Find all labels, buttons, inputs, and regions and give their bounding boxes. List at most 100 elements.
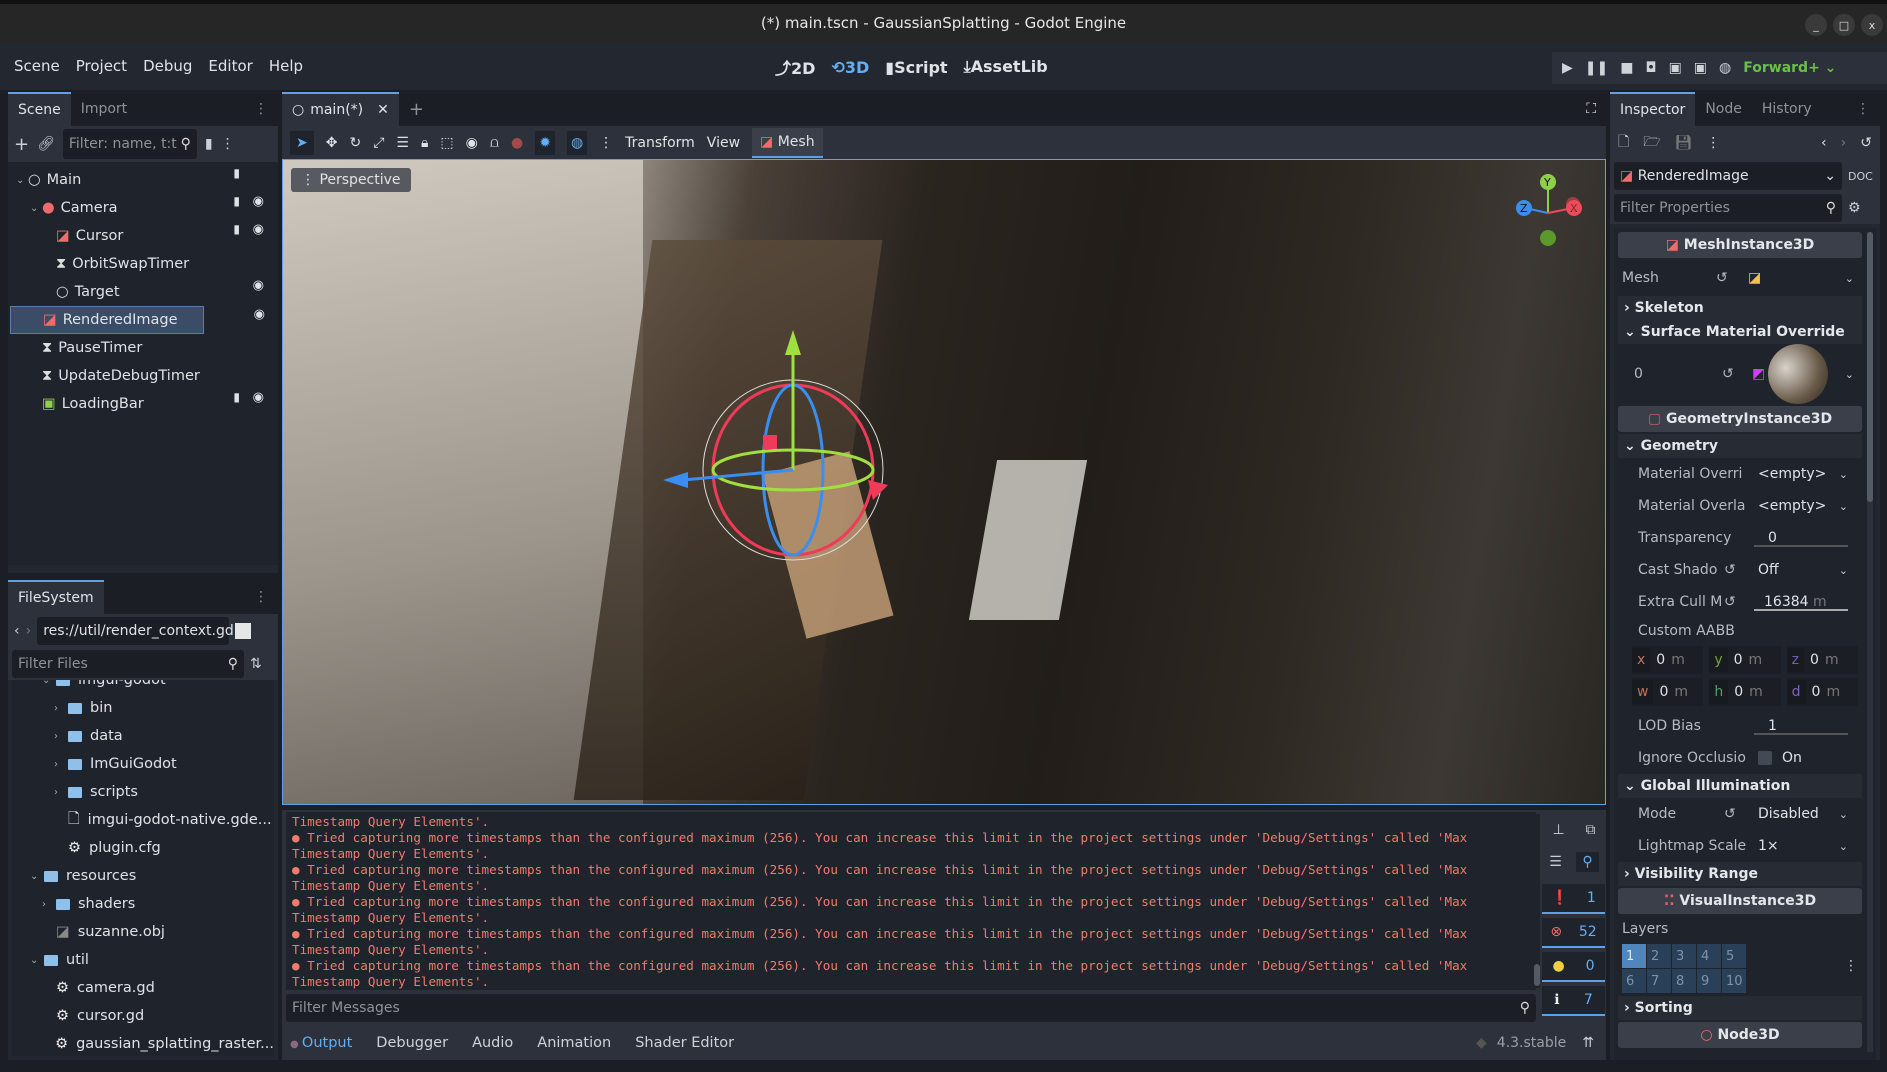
path-field[interactable]: res://util/render_context.gd: [37, 617, 234, 645]
add-node-icon[interactable]: +: [14, 134, 29, 155]
pause-icon[interactable]: ❚❚: [1585, 60, 1608, 76]
perspective-menu[interactable]: ⋮ Perspective: [291, 168, 411, 192]
property-gi-mode[interactable]: Mode ↺ Disabled ⌄: [1618, 798, 1862, 830]
revert-icon[interactable]: ↺: [1716, 270, 1728, 286]
search-toggle-icon[interactable]: ⚲: [1576, 852, 1599, 872]
filter-warnings-toggle[interactable]: ● 0: [1542, 952, 1605, 982]
scene-node-loadingbar[interactable]: ▣ LoadingBar ▮ ◉: [10, 390, 276, 418]
menu-scene[interactable]: Scene: [6, 57, 68, 75]
script-icon[interactable]: ▮: [233, 390, 240, 404]
inspector-scrollbar[interactable]: [1867, 232, 1873, 502]
property-mesh[interactable]: Mesh ↺ ◪ ⌄: [1618, 260, 1862, 296]
link-icon[interactable]: 🔗︎: [37, 136, 55, 152]
material-preview[interactable]: [1768, 344, 1828, 404]
renderer-select[interactable]: Forward+ ⌄: [1743, 60, 1836, 76]
folder-item[interactable]: ⌄ resources: [12, 862, 274, 890]
filter-editor-toggle[interactable]: ℹ7: [1542, 986, 1605, 1016]
collapse-icon[interactable]: ☰: [1549, 854, 1562, 870]
bottom-tab-debugger[interactable]: Debugger: [364, 1035, 460, 1051]
scene-node-updatedebugtimer[interactable]: ⧗ UpdateDebugTimer: [10, 362, 276, 390]
bottom-tab-output[interactable]: ● Output: [290, 1035, 364, 1051]
mesh-menu[interactable]: ◪ Mesh: [752, 127, 823, 158]
file-item[interactable]: ⚙ cursor.gd: [12, 1002, 274, 1030]
main-screen-3d[interactable]: ⟲3D: [831, 58, 869, 77]
file-item[interactable]: ⚙ camera.gd: [12, 974, 274, 1002]
bottom-tab-shader-editor[interactable]: Shader Editor: [623, 1035, 746, 1051]
revert-icon[interactable]: ↺: [1724, 806, 1736, 822]
section-visibility-range[interactable]: › Visibility Range: [1618, 862, 1862, 886]
attach-script-icon[interactable]: ▮: [205, 136, 213, 152]
dock-menu-icon[interactable]: ⋮: [244, 92, 278, 126]
file-item[interactable]: 🗋︎ imgui-godot-native.gde...: [12, 806, 274, 834]
transparency-slider[interactable]: 0: [1750, 524, 1856, 552]
aabb-w-field[interactable]: w0m: [1632, 678, 1704, 706]
visibility-eye-icon[interactable]: ◉: [254, 307, 265, 322]
tab-inspector[interactable]: Inspector: [1610, 92, 1696, 126]
visibility-eye-icon[interactable]: ◉: [253, 194, 264, 209]
scene-node-main[interactable]: ⌄ ○ Main ▮: [10, 166, 276, 194]
history-back-icon[interactable]: ‹: [1821, 135, 1827, 151]
move-tool-icon[interactable]: ✥: [326, 135, 338, 151]
update-spinner-icon[interactable]: ◆: [1476, 1035, 1487, 1051]
rotate-tool-icon[interactable]: ↻: [349, 135, 361, 151]
main-screen-assetlib[interactable]: ⤓AssetLib: [964, 57, 1048, 77]
folder-item[interactable]: ⌄ util: [12, 946, 274, 974]
folder-item[interactable]: › scripts: [12, 778, 274, 806]
property-transparency[interactable]: Transparency 0: [1618, 522, 1862, 554]
save-resource-icon[interactable]: 💾︎: [1675, 135, 1693, 151]
new-resource-icon[interactable]: 🗋︎: [1618, 131, 1629, 155]
camera-preview-icon[interactable]: ●: [511, 135, 523, 151]
sort-icon[interactable]: ⇅: [250, 656, 262, 672]
local-space-icon[interactable]: ◉: [466, 135, 478, 151]
property-extra-cull-margin[interactable]: Extra Cull M ↺ 16384 m: [1618, 586, 1862, 618]
scene-node-renderedimage[interactable]: ◪ RenderedImage ◉: [10, 306, 265, 334]
filter-messages-input[interactable]: Filter Messages ⚲: [286, 994, 1536, 1022]
select-tool-icon[interactable]: ➤: [290, 130, 314, 155]
aabb-y-field[interactable]: y0m: [1709, 646, 1781, 674]
version-label[interactable]: 4.3.stable: [1497, 1035, 1566, 1051]
chevron-right-icon[interactable]: ›: [54, 787, 68, 798]
layer-10-toggle[interactable]: 10: [1722, 969, 1746, 993]
chevron-right-icon[interactable]: ›: [54, 703, 68, 714]
layer-6-toggle[interactable]: 6: [1622, 969, 1646, 993]
main-screen-script[interactable]: ▮Script: [885, 58, 947, 77]
section-global-illumination[interactable]: ⌄ Global Illumination: [1618, 774, 1862, 798]
chevron-right-icon[interactable]: ›: [54, 759, 68, 770]
layer-7-toggle[interactable]: 7: [1647, 969, 1671, 993]
layers-menu-icon[interactable]: ⋮: [1844, 958, 1858, 974]
section-sorting[interactable]: › Sorting: [1618, 996, 1862, 1020]
revert-icon[interactable]: ↺: [1724, 594, 1736, 610]
aabb-h-field[interactable]: h0m: [1709, 678, 1781, 706]
tab-main-scene[interactable]: ○ main(*) ✕: [282, 92, 399, 126]
file-item[interactable]: ⚙ plugin.cfg: [12, 834, 274, 862]
section-geometry[interactable]: ⌄ Geometry: [1618, 434, 1862, 458]
close-tab-icon[interactable]: ✕: [377, 102, 389, 118]
revert-icon[interactable]: ↺: [1724, 562, 1736, 578]
file-item[interactable]: ◪ suzanne.obj: [12, 918, 274, 946]
chevron-down-icon[interactable]: ⌄: [30, 203, 42, 214]
scene-node-pausetimer[interactable]: ⧗ PauseTimer: [10, 334, 276, 362]
environment-preview-icon[interactable]: ◍: [566, 130, 588, 155]
log-scrollbar[interactable]: [1534, 964, 1540, 986]
transform-menu[interactable]: Transform: [625, 135, 695, 151]
resource-menu-icon[interactable]: ⋮: [1706, 135, 1720, 151]
folder-item[interactable]: › data: [12, 722, 274, 750]
aabb-x-field[interactable]: x0m: [1632, 646, 1704, 674]
tab-scene[interactable]: Scene: [8, 92, 71, 126]
add-scene-tab-icon[interactable]: +: [399, 92, 434, 126]
tab-import[interactable]: Import: [71, 92, 137, 126]
visibility-eye-icon[interactable]: ◉: [253, 222, 264, 237]
aabb-z-field[interactable]: z0m: [1786, 646, 1858, 674]
layer-2-toggle[interactable]: 2: [1647, 944, 1671, 968]
property-material-overlay[interactable]: Material Overla <empty> ⌄: [1618, 490, 1862, 522]
layer-1-toggle[interactable]: 1: [1622, 944, 1646, 968]
chevron-down-icon[interactable]: ⌄: [42, 680, 56, 686]
chevron-down-icon[interactable]: ⌄: [1845, 368, 1854, 381]
folder-item[interactable]: ⌄ imgui-godot: [12, 680, 274, 694]
object-history-icon[interactable]: ↺: [1860, 135, 1872, 151]
sun-preview-icon[interactable]: ✹: [535, 130, 555, 155]
group-icon[interactable]: ⬚: [440, 135, 453, 151]
menu-help[interactable]: Help: [261, 57, 311, 75]
forward-icon[interactable]: ›: [26, 623, 32, 639]
main-screen-2d[interactable]: ⤴2D: [775, 55, 815, 79]
